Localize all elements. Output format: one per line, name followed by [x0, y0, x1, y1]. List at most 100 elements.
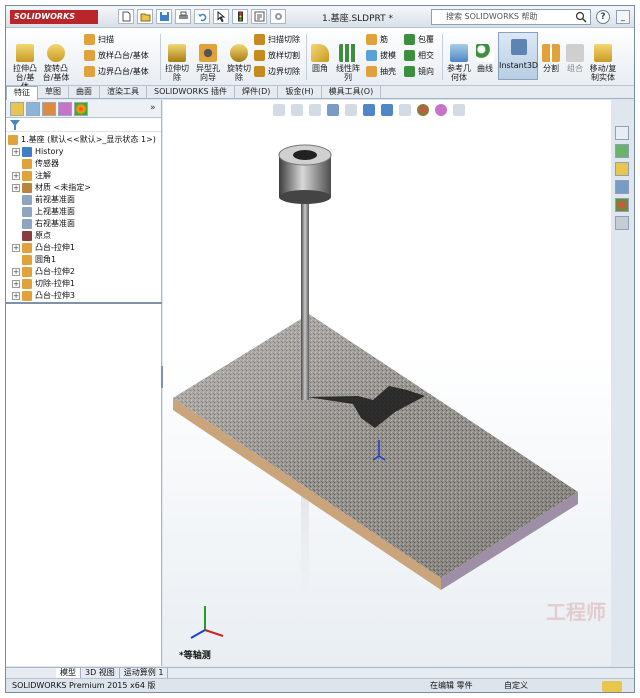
configuration-tab-icon[interactable]	[42, 102, 56, 116]
tree-item[interactable]: + 材质 <未指定>	[6, 182, 161, 194]
intersect-button[interactable]: 相交	[404, 49, 434, 62]
rib-button[interactable]: 筋	[366, 33, 388, 46]
instant3d-button[interactable]: Instant3D	[498, 32, 538, 80]
tree-item[interactable]: 原点	[6, 230, 161, 242]
expand-icon[interactable]: +	[12, 184, 20, 192]
tree-item[interactable]: + 凸台-拉伸1	[6, 242, 161, 254]
dimxpert-tab-icon[interactable]	[58, 102, 72, 116]
home-task-icon[interactable]	[615, 126, 629, 140]
model-3d-view[interactable]	[163, 100, 611, 666]
tab-2[interactable]: 曲面	[69, 86, 100, 98]
save-button[interactable]	[156, 9, 172, 24]
swept-cut-button[interactable]: 扫描切除	[254, 33, 300, 46]
split-button[interactable]: 分割	[540, 44, 562, 73]
linear-pattern-label: 线性阵列	[336, 64, 360, 82]
wrap-button[interactable]: 包覆	[404, 33, 434, 46]
units-selector[interactable]: 自定义	[504, 679, 528, 692]
product-version-text: SOLIDWORKS Premium 2015 x64 版	[12, 681, 156, 690]
search-icon[interactable]	[575, 11, 587, 23]
graphics-area[interactable]: *等轴测	[163, 100, 611, 666]
model-tab-2[interactable]: 运动算例 1	[120, 668, 169, 678]
tree-item[interactable]: 传感器	[6, 158, 161, 170]
tab-3[interactable]: 渲染工具	[100, 86, 147, 98]
undo-button[interactable]	[194, 9, 210, 24]
tree-item[interactable]: 前视基准面	[6, 194, 161, 206]
panel-split-bar[interactable]	[6, 302, 162, 304]
view-palette-icon[interactable]	[615, 180, 629, 194]
open-document-button[interactable]	[137, 9, 153, 24]
mirror-button[interactable]: 镜向	[404, 65, 434, 78]
rebuild-button[interactable]	[232, 9, 248, 24]
appearances-icon[interactable]	[615, 198, 629, 212]
tree-item[interactable]: + 凸台-拉伸2	[6, 266, 161, 278]
intersect-icon	[404, 50, 415, 61]
cylinder-bore	[293, 150, 317, 160]
tree-item-label: 右视基准面	[35, 219, 75, 228]
tree-item[interactable]: 圆角1	[6, 254, 161, 266]
select-button[interactable]	[213, 9, 229, 24]
lofted-cut-button[interactable]: 放样切割	[254, 49, 300, 62]
tab-1[interactable]: 草图	[38, 86, 69, 98]
draft-button[interactable]: 拔模	[366, 49, 396, 62]
tree-item[interactable]: + 切除-拉伸1	[6, 278, 161, 290]
model-view-tabs: 模型 3D 视图 运动算例 1	[6, 667, 634, 678]
expand-icon[interactable]: +	[12, 172, 20, 180]
file-explorer-icon[interactable]	[615, 162, 629, 176]
tab-6[interactable]: 钣金(H)	[278, 86, 322, 98]
expand-icon[interactable]: +	[12, 292, 20, 300]
tree-item[interactable]: 右视基准面	[6, 218, 161, 230]
boundary-boss-button[interactable]: 边界凸台/基体	[84, 65, 149, 78]
expand-icon[interactable]: +	[12, 268, 20, 276]
sweep-button[interactable]: 扫描	[84, 33, 114, 46]
tree-item[interactable]: + 注解	[6, 170, 161, 182]
expand-icon[interactable]: +	[12, 244, 20, 252]
tree-item-label: History	[35, 147, 64, 156]
tab-7[interactable]: 模具工具(O)	[322, 86, 382, 98]
curves-button[interactable]: 曲线	[474, 44, 496, 73]
model-tab-1[interactable]: 3D 视图	[81, 668, 120, 678]
tree-item[interactable]: + 凸台-拉伸3	[6, 290, 161, 302]
split-icon	[542, 44, 560, 62]
print-button[interactable]	[175, 9, 191, 24]
combine-button[interactable]: 组合	[564, 44, 586, 73]
file-properties-button[interactable]	[251, 9, 267, 24]
tab-0[interactable]: 特征	[6, 86, 38, 100]
property-manager-tab-icon[interactable]	[26, 102, 40, 116]
tab-5[interactable]: 焊件(D)	[235, 86, 279, 98]
move-copy-body-button[interactable]: 移动/复制实体	[588, 44, 618, 82]
expand-panel-icon[interactable]: »	[150, 103, 156, 113]
help-button[interactable]: ?	[596, 10, 610, 24]
hole-wizard-button[interactable]: 异型孔向导	[194, 44, 222, 82]
tree-item[interactable]: + History	[6, 146, 161, 158]
custom-properties-icon[interactable]	[615, 216, 629, 230]
feature-tree-tab-icon[interactable]	[10, 102, 24, 116]
reference-geometry-label: 参考几何体	[447, 64, 471, 82]
minimize-button[interactable]: _	[616, 10, 630, 24]
tab-4[interactable]: SOLIDWORKS 插件	[147, 86, 235, 98]
feature-icon	[22, 279, 32, 289]
design-library-icon[interactable]	[615, 144, 629, 158]
tree-root[interactable]: 1.基座 (默认<<默认>_显示状态 1>)	[6, 134, 161, 146]
editing-status-text: 在编辑 零件	[430, 681, 473, 690]
new-document-button[interactable]	[118, 9, 134, 24]
tree-item[interactable]: 上视基准面	[6, 206, 161, 218]
extrude-cut-button[interactable]: 拉伸切除	[164, 44, 190, 82]
extrude-boss-button[interactable]: 拉伸凸台/基体	[12, 44, 38, 91]
expand-icon[interactable]: +	[12, 280, 20, 288]
model-tab-0[interactable]: 模型	[56, 668, 81, 678]
shell-button[interactable]: 抽壳	[366, 65, 396, 78]
revolve-boss-button[interactable]: 旋转凸台/基体	[42, 44, 70, 82]
display-manager-tab-icon[interactable]	[74, 102, 88, 116]
loft-boss-button[interactable]: 放样凸台/基体	[84, 49, 149, 62]
linear-pattern-button[interactable]: 线性阵列	[334, 44, 362, 82]
boundary-icon	[84, 66, 95, 77]
boundary-cut-button[interactable]: 边界切除	[254, 65, 300, 78]
help-search-input[interactable]: 搜索 SOLIDWORKS 帮助	[431, 9, 591, 25]
revolve-cut-button[interactable]: 旋转切除	[226, 44, 252, 82]
fillet-button[interactable]: 圆角	[309, 44, 331, 73]
shell-icon	[366, 66, 377, 77]
expand-icon[interactable]: +	[12, 148, 20, 156]
options-button[interactable]	[270, 9, 286, 24]
feature-filter[interactable]	[6, 118, 161, 132]
reference-geometry-button[interactable]: 参考几何体	[446, 44, 472, 82]
